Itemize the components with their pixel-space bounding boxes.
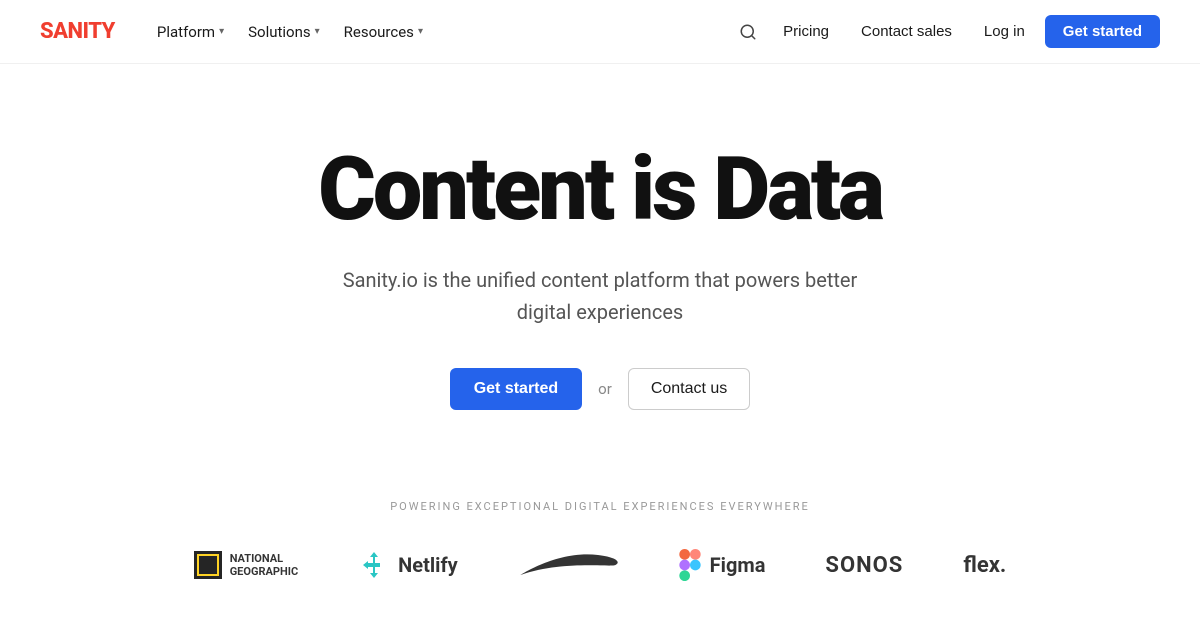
search-button[interactable]	[733, 17, 763, 47]
nav-resources-label: Resources	[344, 23, 414, 41]
hero-actions: Get started or Contact us	[450, 368, 751, 410]
contact-us-button[interactable]: Contact us	[628, 368, 750, 410]
figma-text: Figma	[710, 553, 766, 577]
header-right: Pricing Contact sales Log in Get started	[733, 15, 1160, 48]
search-icon	[739, 23, 757, 41]
sonos-logo: SONOS	[825, 553, 903, 578]
header-left: SANITY Platform ▾ Solutions ▾ Resources …	[40, 17, 433, 47]
nav-platform-label: Platform	[157, 23, 215, 41]
chevron-down-icon: ▾	[418, 26, 423, 37]
netlify-logo: Netlify	[358, 549, 458, 581]
logos-label: POWERING EXCEPTIONAL DIGITAL EXPERIENCES…	[40, 500, 1160, 513]
nike-swoosh-icon	[518, 545, 618, 585]
pricing-link[interactable]: Pricing	[771, 17, 841, 46]
nike-logo	[518, 545, 618, 585]
get-started-button-header[interactable]: Get started	[1045, 15, 1160, 48]
hero-title: Content is Data	[318, 144, 882, 236]
logos-row: NATIONALGEOGRAPHIC Netlify	[40, 545, 1160, 585]
contact-sales-link[interactable]: Contact sales	[849, 17, 964, 46]
nav-solutions-label: Solutions	[248, 23, 311, 41]
nav-item-platform[interactable]: Platform ▾	[147, 17, 234, 47]
figma-logo: Figma	[678, 549, 766, 581]
or-text: or	[598, 380, 612, 398]
national-geographic-logo: NATIONALGEOGRAPHIC	[194, 551, 298, 579]
hero-subtitle: Sanity.io is the unified content platfor…	[340, 264, 860, 328]
hero-section: Content is Data Sanity.io is the unified…	[0, 64, 1200, 470]
nav-item-solutions[interactable]: Solutions ▾	[238, 17, 330, 47]
chevron-down-icon: ▾	[219, 26, 224, 37]
nav-item-resources[interactable]: Resources ▾	[334, 17, 433, 47]
header: SANITY Platform ▾ Solutions ▾ Resources …	[0, 0, 1200, 64]
natgeo-text: NATIONALGEOGRAPHIC	[230, 552, 298, 578]
figma-icon	[678, 549, 702, 581]
chevron-down-icon: ▾	[315, 26, 320, 37]
login-link[interactable]: Log in	[972, 17, 1037, 46]
main-nav: Platform ▾ Solutions ▾ Resources ▾	[147, 17, 433, 47]
sonos-text: SONOS	[825, 553, 903, 578]
flex-logo: flex.	[963, 553, 1006, 578]
flex-text: flex.	[963, 553, 1006, 578]
netlify-text: Netlify	[398, 553, 458, 577]
natgeo-icon	[194, 551, 222, 579]
logos-section: POWERING EXCEPTIONAL DIGITAL EXPERIENCES…	[0, 470, 1200, 625]
get-started-button-hero[interactable]: Get started	[450, 368, 582, 410]
logo[interactable]: SANITY	[40, 19, 115, 44]
netlify-icon	[358, 549, 390, 581]
